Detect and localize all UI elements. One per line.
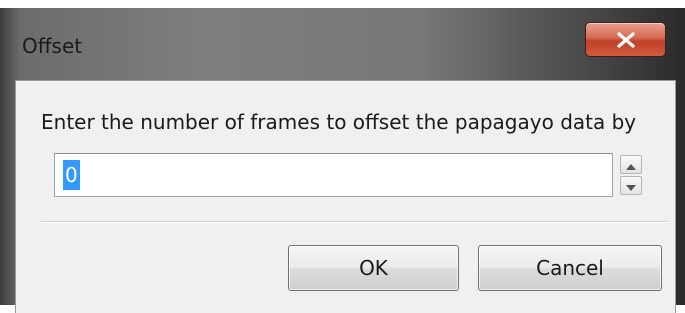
ok-button[interactable]: OK (288, 245, 459, 291)
spin-up-button[interactable] (620, 155, 642, 174)
close-button[interactable] (585, 22, 666, 57)
offset-frames-value: 0 (63, 160, 80, 190)
arrow-down-icon (626, 176, 636, 195)
close-x-icon (615, 31, 637, 48)
prompt-label: Enter the number of frames to offset the… (41, 110, 637, 134)
arrow-up-icon (626, 155, 636, 174)
separator-line (41, 221, 668, 223)
offset-frames-input[interactable]: 0 (54, 153, 613, 197)
dialog-client-area: Enter the number of frames to offset the… (15, 80, 676, 313)
window-title: Offset (22, 34, 83, 58)
spin-down-button[interactable] (620, 176, 642, 195)
cancel-button[interactable]: Cancel (478, 245, 662, 291)
offset-dialog-window: Offset Enter the number of frames to off… (0, 8, 685, 313)
